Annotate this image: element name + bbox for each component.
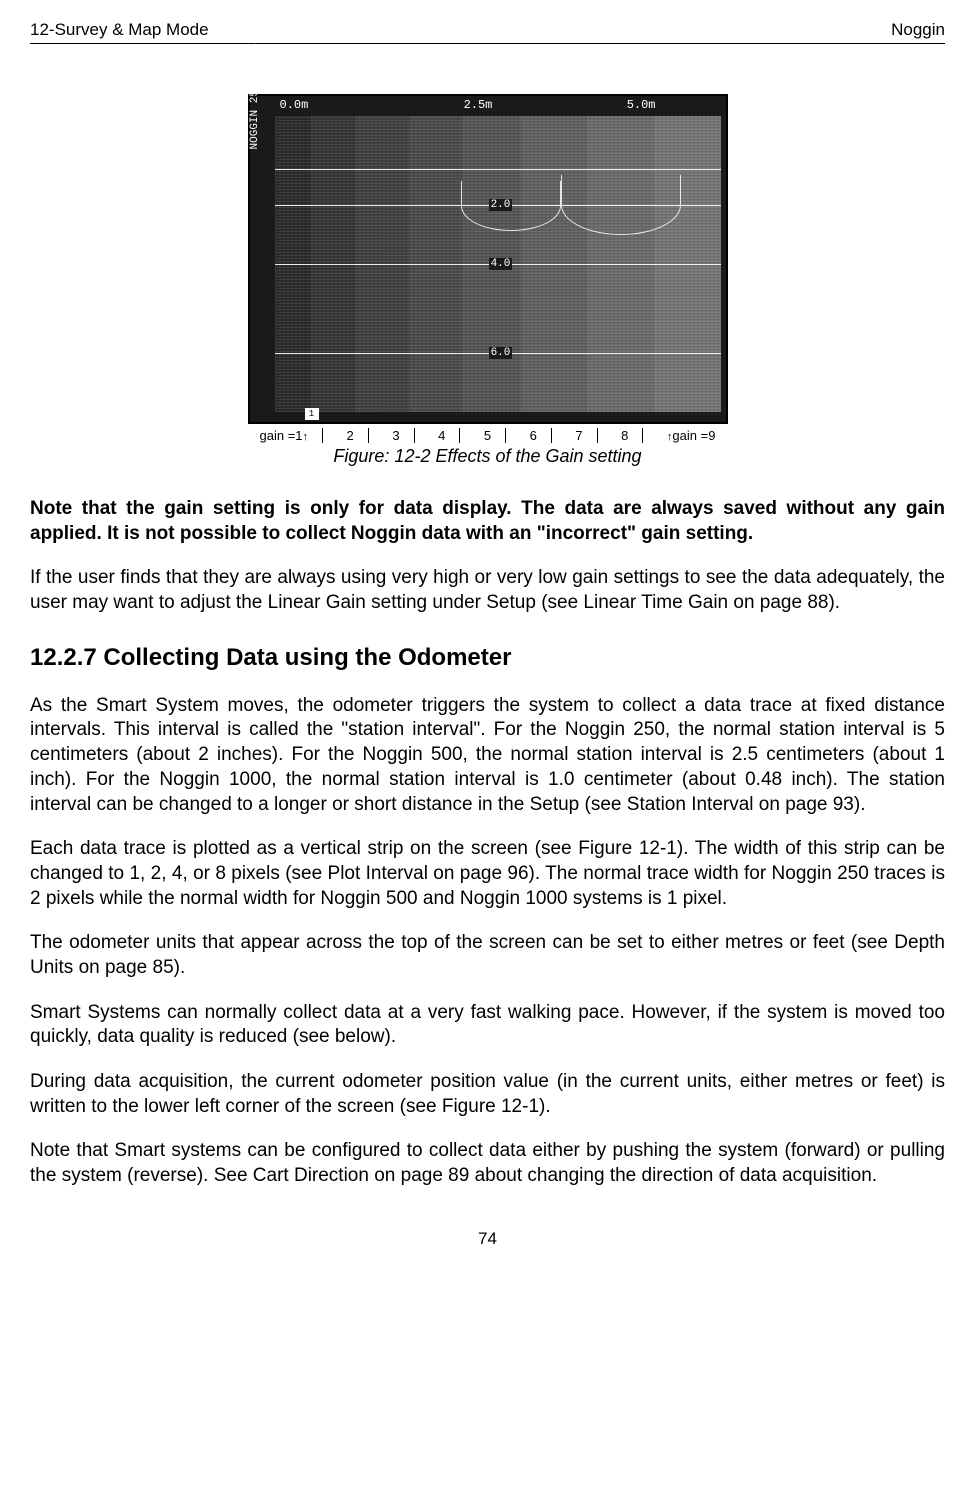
radar-display: 0.0m 2.5m 5.0m NOGGIN 250 Tue Mar 30 13:… — [248, 94, 728, 424]
paragraph-7: Note that Smart systems can be configure… — [30, 1139, 945, 1188]
page-number: 74 — [30, 1229, 945, 1249]
gain-label-1: gain =1 — [260, 428, 303, 443]
gain-label-6: 6 — [526, 428, 552, 443]
radar-content: 2.0 4.0 6.0 — [275, 116, 721, 412]
gain-label-7: 7 — [571, 428, 597, 443]
radar-small-box: 1 — [305, 408, 319, 420]
paragraph-2: As the Smart System moves, the odometer … — [30, 694, 945, 817]
gain-label-8: 8 — [617, 428, 643, 443]
paragraph-4: The odometer units that appear across th… — [30, 931, 945, 980]
figure-caption: Figure: 12-2 Effects of the Gain setting — [248, 446, 728, 467]
page-header: 12-Survey & Map Mode Noggin — [30, 20, 945, 44]
gain-label-2: 2 — [343, 428, 369, 443]
gain-label-5: 5 — [480, 428, 506, 443]
radar-side-text: NOGGIN 250 Tue Mar 30 13:37:23 1999 — [249, 0, 261, 149]
figure-container: 0.0m 2.5m 5.0m NOGGIN 250 Tue Mar 30 13:… — [30, 94, 945, 467]
gain-label-3: 3 — [388, 428, 414, 443]
paragraph-5: Smart Systems can normally collect data … — [30, 1001, 945, 1050]
paragraph-1: If the user finds that they are always u… — [30, 566, 945, 615]
gain-scale: gain =1↑ 2 3 4 5 6 7 8 ↑gain =9 — [248, 428, 728, 443]
radar-top-label-right: 5.0m — [627, 98, 656, 112]
radar-top-label-left: 0.0m — [280, 98, 309, 112]
paragraph-6: During data acquisition, the current odo… — [30, 1070, 945, 1119]
depth-label-3: 6.0 — [489, 347, 513, 359]
bold-note-paragraph: Note that the gain setting is only for d… — [30, 497, 945, 546]
header-right: Noggin — [891, 20, 945, 40]
gain-label-9: gain =9 — [672, 428, 715, 443]
depth-label-2: 4.0 — [489, 258, 513, 270]
gain-label-4: 4 — [434, 428, 460, 443]
paragraph-3: Each data trace is plotted as a vertical… — [30, 837, 945, 911]
radar-top-label-mid: 2.5m — [464, 98, 493, 112]
header-left: 12-Survey & Map Mode — [30, 20, 209, 40]
section-heading: 12.2.7 Collecting Data using the Odomete… — [30, 644, 945, 672]
